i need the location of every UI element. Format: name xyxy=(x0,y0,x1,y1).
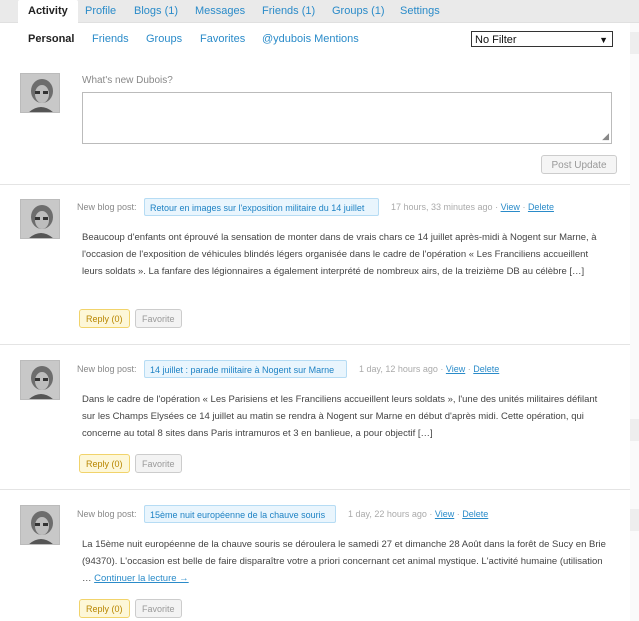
favorite-button[interactable]: Favorite xyxy=(135,599,182,618)
tab-blogs[interactable]: Blogs (1) xyxy=(134,0,178,22)
view-link[interactable]: View xyxy=(435,509,454,519)
reply-button[interactable]: Reply (0) xyxy=(79,454,130,473)
subnav-personal[interactable]: Personal xyxy=(28,33,74,45)
activity-type: New blog post: xyxy=(77,202,137,212)
page-edge xyxy=(630,23,639,621)
profile-tabs: Activity Profile Blogs (1) Messages Frie… xyxy=(0,0,639,23)
edge-marker xyxy=(630,32,639,54)
divider xyxy=(0,184,630,185)
status-update-textarea[interactable]: ◢ xyxy=(82,92,612,144)
favorite-button[interactable]: Favorite xyxy=(135,309,182,328)
subnav-mentions[interactable]: @ydubois Mentions xyxy=(262,33,359,45)
activity-time: 17 hours, 33 minutes ago xyxy=(391,202,493,212)
reply-button[interactable]: Reply (0) xyxy=(79,309,130,328)
tab-groups[interactable]: Groups (1) xyxy=(332,0,385,22)
user-avatar[interactable] xyxy=(20,505,60,545)
tab-friends[interactable]: Friends (1) xyxy=(262,0,315,22)
avatar-photo-icon xyxy=(21,361,59,399)
filter-selected-value: No Filter xyxy=(475,34,517,46)
user-avatar[interactable] xyxy=(20,199,60,239)
tab-messages[interactable]: Messages xyxy=(195,0,245,22)
delete-link[interactable]: Delete xyxy=(462,509,488,519)
delete-link[interactable]: Delete xyxy=(528,202,554,212)
edge-marker xyxy=(630,419,639,441)
view-link[interactable]: View xyxy=(446,364,465,374)
subnav-friends[interactable]: Friends xyxy=(92,33,129,45)
meta-separator: · xyxy=(492,202,501,212)
activity-excerpt: Dans le cadre de l'opération « Les Paris… xyxy=(82,394,598,439)
activity-type: New blog post: xyxy=(77,509,137,519)
subnav-favorites[interactable]: Favorites xyxy=(200,33,245,45)
activity-filter-select[interactable]: No Filter ▼ xyxy=(471,31,613,47)
composer-label: What's new Dubois? xyxy=(82,75,173,86)
avatar-photo-icon xyxy=(21,506,59,544)
tab-settings[interactable]: Settings xyxy=(400,0,440,22)
delete-link[interactable]: Delete xyxy=(473,364,499,374)
activity-time: 1 day, 22 hours ago xyxy=(348,509,427,519)
user-avatar[interactable] xyxy=(20,73,60,113)
divider xyxy=(0,344,630,345)
activity-excerpt: Beaucoup d'enfants ont éprouvé la sensat… xyxy=(82,232,597,277)
subnav-groups[interactable]: Groups xyxy=(146,33,182,45)
activity-meta: 17 hours, 33 minutes ago · View · Delete xyxy=(391,202,554,212)
view-link[interactable]: View xyxy=(501,202,520,212)
meta-separator: · xyxy=(426,509,435,519)
dropdown-arrow-icon: ▼ xyxy=(599,35,608,45)
favorite-button[interactable]: Favorite xyxy=(135,454,182,473)
tab-profile[interactable]: Profile xyxy=(85,0,116,22)
avatar-photo-icon xyxy=(21,74,59,112)
meta-separator: · xyxy=(519,202,528,212)
activity-post-link[interactable]: 15ème nuit européenne de la chauve souri… xyxy=(144,505,336,523)
activity-meta: 1 day, 12 hours ago · View · Delete xyxy=(359,364,499,374)
continue-reading-link[interactable]: Continuer la lecture → xyxy=(94,573,189,584)
reply-button[interactable]: Reply (0) xyxy=(79,599,130,618)
activity-meta: 1 day, 22 hours ago · View · Delete xyxy=(348,509,488,519)
edge-marker xyxy=(630,509,639,531)
tab-activity[interactable]: Activity xyxy=(18,0,78,23)
activity-post-link[interactable]: Retour en images sur l'exposition milita… xyxy=(144,198,379,216)
activity-excerpt: La 15ème nuit européenne de la chauve so… xyxy=(82,536,610,587)
activity-type: New blog post: xyxy=(77,364,137,374)
activity-time: 1 day, 12 hours ago xyxy=(359,364,438,374)
resize-grip-icon[interactable]: ◢ xyxy=(602,131,609,142)
meta-separator: · xyxy=(437,364,446,374)
divider xyxy=(0,489,630,490)
user-avatar[interactable] xyxy=(20,360,60,400)
avatar-photo-icon xyxy=(21,200,59,238)
post-update-button[interactable]: Post Update xyxy=(541,155,617,174)
activity-post-link[interactable]: 14 juillet : parade militaire à Nogent s… xyxy=(144,360,347,378)
